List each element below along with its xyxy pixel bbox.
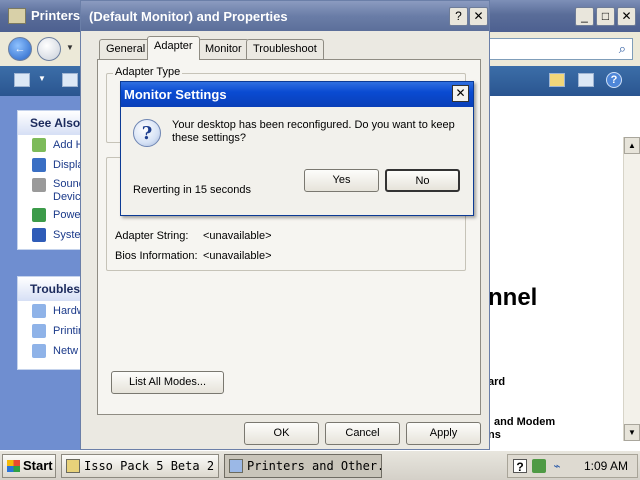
- layout-icon[interactable]: [62, 73, 78, 87]
- category-link[interactable]: ard: [488, 376, 505, 388]
- properties-close-button[interactable]: ✕: [469, 7, 488, 26]
- ok-button[interactable]: OK: [244, 422, 319, 445]
- adapter-type-legend: Adapter Type: [113, 66, 183, 78]
- bios-information-value: <unavailable>: [203, 250, 272, 262]
- apply-button[interactable]: Apply: [406, 422, 481, 445]
- taskbar-item[interactable]: Isso Pack 5 Beta 2 S...: [61, 454, 219, 478]
- search-box[interactable]: ⌕: [488, 38, 633, 60]
- monitor-settings-close-button[interactable]: ✕: [452, 85, 469, 102]
- taskbar-item[interactable]: Printers and Other...: [224, 454, 382, 478]
- adapter-string-value: <unavailable>: [203, 230, 272, 242]
- help-icon[interactable]: ?: [606, 72, 622, 88]
- scroll-up-button[interactable]: ▲: [624, 137, 640, 154]
- display-properties-dialog: (Default Monitor) and Properties ? ✕ Gen…: [80, 0, 490, 450]
- bios-information-label: Bios Information:: [115, 250, 198, 262]
- revert-countdown: Reverting in 15 seconds: [133, 184, 252, 196]
- tab-general[interactable]: General: [99, 39, 153, 59]
- windows-logo-icon: [7, 460, 20, 472]
- system-tray: ? ⌁ 1:09 AM: [507, 454, 638, 478]
- confirmation-message: Your desktop has been reconfigured. Do y…: [172, 119, 455, 144]
- yes-button[interactable]: Yes: [304, 169, 379, 192]
- views-dropdown-icon[interactable]: ▼: [38, 74, 46, 83]
- system-icon: [32, 228, 46, 242]
- monitor-settings-title: Monitor Settings: [124, 87, 227, 102]
- start-label: Start: [23, 458, 53, 473]
- monitor-settings-titlebar[interactable]: Monitor Settings ✕: [121, 82, 473, 107]
- category-link[interactable]: and Modem: [494, 416, 555, 428]
- printer-folder-icon: [8, 8, 26, 24]
- control-panel-content: nnel ard and Modem ns: [488, 96, 640, 450]
- task-pane: See Also Add H Displa Sound Devic Power …: [0, 96, 93, 450]
- cancel-button[interactable]: Cancel: [325, 422, 400, 445]
- properties-icon[interactable]: [578, 73, 594, 87]
- adapter-string-label: Adapter String:: [115, 230, 189, 242]
- search-icon[interactable]: ⌕: [619, 41, 626, 57]
- clock[interactable]: 1:09 AM: [584, 459, 628, 473]
- display-icon: [32, 158, 46, 172]
- power-icon: [32, 208, 46, 222]
- forward-button[interactable]: [37, 37, 61, 61]
- control-panel-icon: [229, 459, 243, 473]
- network-icon[interactable]: [532, 459, 546, 473]
- help-tray-icon[interactable]: ?: [513, 459, 527, 474]
- help-document-icon: [32, 324, 46, 338]
- help-document-icon: [32, 344, 46, 358]
- minimize-button[interactable]: _: [575, 7, 594, 26]
- start-button[interactable]: Start: [2, 454, 56, 478]
- new-folder-icon[interactable]: [549, 73, 565, 87]
- vertical-scrollbar[interactable]: ▲ ▼: [623, 137, 640, 441]
- close-button[interactable]: ✕: [617, 7, 636, 26]
- control-panel-title: nnel: [488, 284, 538, 311]
- add-hardware-icon: [32, 138, 46, 152]
- bios-information-row: Bios Information: <unavailable>: [115, 250, 272, 262]
- question-icon: ?: [133, 119, 161, 147]
- scroll-down-button[interactable]: ▼: [624, 424, 640, 441]
- maximize-button[interactable]: □: [596, 7, 615, 26]
- views-icon[interactable]: [14, 73, 30, 87]
- back-button[interactable]: ←: [8, 37, 32, 61]
- chevron-down-icon[interactable]: ▼: [66, 43, 74, 52]
- back-arrow-icon: ←: [14, 43, 26, 55]
- no-button[interactable]: No: [385, 169, 460, 192]
- properties-title: (Default Monitor) and Properties: [89, 9, 288, 24]
- monitor-settings-dialog: Monitor Settings ✕ ? Your desktop has be…: [120, 81, 474, 216]
- help-document-icon: [32, 304, 46, 318]
- taskbar: Start Isso Pack 5 Beta 2 S... Printers a…: [0, 450, 640, 480]
- explorer-title: Printers: [31, 8, 81, 23]
- help-button[interactable]: ?: [449, 7, 468, 26]
- tab-adapter[interactable]: Adapter: [147, 36, 200, 60]
- safely-remove-hardware-icon[interactable]: ⌁: [550, 459, 564, 473]
- tab-monitor[interactable]: Monitor: [198, 39, 249, 59]
- tab-troubleshoot[interactable]: Troubleshoot: [246, 39, 324, 59]
- adapter-string-row: Adapter String: <unavailable>: [115, 230, 272, 242]
- list-all-modes-button[interactable]: List All Modes...: [111, 371, 224, 394]
- application-icon: [66, 459, 80, 473]
- properties-titlebar[interactable]: (Default Monitor) and Properties ? ✕: [81, 1, 489, 31]
- speaker-icon: [32, 178, 46, 192]
